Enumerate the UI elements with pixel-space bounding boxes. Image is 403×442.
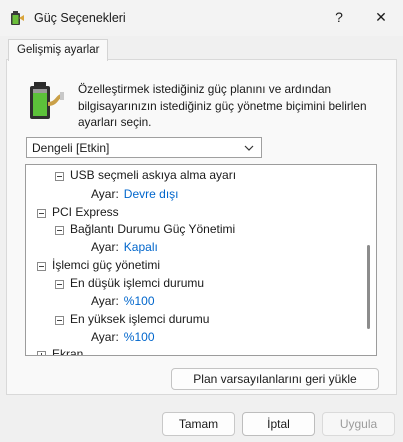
- tree-item-max-state[interactable]: En yüksek işlemci durumu: [70, 310, 209, 328]
- usb-suspend-value[interactable]: Devre dışı: [124, 187, 179, 201]
- tab-advanced-settings[interactable]: Gelişmiş ayarlar: [8, 39, 109, 61]
- restore-defaults-button[interactable]: Plan varsayılanlarını geri yükle: [171, 368, 379, 390]
- tree-item-usb-suspend[interactable]: USB seçmeli askıya alma ayarı: [70, 166, 236, 184]
- settings-tree[interactable]: USB seçmeli askıya alma ayarı Ayar: Devre…: [25, 164, 377, 356]
- usb-suspend-label: USB seçmeli askıya alma ayarı: [70, 168, 237, 182]
- display-label: Ekran: [52, 347, 84, 356]
- tree-item-pci-express[interactable]: PCI Express: [52, 203, 119, 221]
- power-plan-value: Dengeli [Etkin]: [32, 141, 110, 155]
- min-state-value[interactable]: %100: [124, 294, 155, 308]
- tree-setting-usb-suspend[interactable]: Ayar: Devre dışı: [91, 185, 178, 203]
- collapse-icon[interactable]: [55, 226, 64, 235]
- processor-label: İşlemci güç yönetimi: [52, 258, 161, 272]
- ok-button[interactable]: Tamam: [162, 412, 235, 436]
- tree-setting-max-state[interactable]: Ayar: %100: [91, 328, 155, 346]
- min-state-label: En düşük işlemci durumu: [70, 276, 205, 290]
- battery-icon: [30, 82, 64, 119]
- tree-setting-link-state[interactable]: Ayar: Kapalı: [91, 238, 158, 256]
- collapse-icon[interactable]: [55, 316, 64, 325]
- tree-item-display[interactable]: Ekran: [52, 345, 84, 356]
- description-text: Özelleştirmek istediğiniz güç planını ve…: [78, 82, 367, 129]
- help-button[interactable]: ?: [324, 4, 354, 30]
- collapse-icon[interactable]: [37, 209, 46, 218]
- tree-scrollbar[interactable]: [367, 245, 370, 329]
- expand-icon[interactable]: [37, 351, 46, 355]
- apply-button[interactable]: Uygula: [322, 412, 395, 436]
- title-bar: Güç Seçenekleri ? ✕: [0, 0, 403, 36]
- setting-label: Ayar:: [91, 187, 119, 201]
- window-title: Güç Seçenekleri: [34, 11, 126, 25]
- battery-plug-icon: [11, 11, 24, 25]
- setting-label: Ayar:: [91, 240, 119, 254]
- collapse-icon[interactable]: [55, 280, 64, 289]
- max-state-value[interactable]: %100: [124, 330, 155, 344]
- cancel-button[interactable]: İptal: [242, 412, 315, 436]
- power-plan-select[interactable]: Dengeli [Etkin]: [26, 137, 262, 158]
- tree-item-processor[interactable]: İşlemci güç yönetimi: [52, 256, 160, 274]
- collapse-icon[interactable]: [55, 172, 64, 181]
- tree-setting-min-state[interactable]: Ayar: %100: [91, 292, 155, 310]
- max-state-label: En yüksek işlemci durumu: [70, 312, 210, 326]
- link-state-label: Bağlantı Durumu Güç Yönetimi: [70, 222, 236, 236]
- tree-item-link-state[interactable]: Bağlantı Durumu Güç Yönetimi: [70, 220, 235, 238]
- close-button[interactable]: ✕: [366, 4, 396, 30]
- tree-item-min-state[interactable]: En düşük işlemci durumu: [70, 274, 204, 292]
- collapse-icon[interactable]: [37, 262, 46, 271]
- pci-express-label: PCI Express: [52, 205, 119, 219]
- setting-label: Ayar:: [91, 294, 119, 308]
- chevron-down-icon: [244, 145, 254, 151]
- link-state-value[interactable]: Kapalı: [124, 240, 158, 254]
- setting-label: Ayar:: [91, 330, 119, 344]
